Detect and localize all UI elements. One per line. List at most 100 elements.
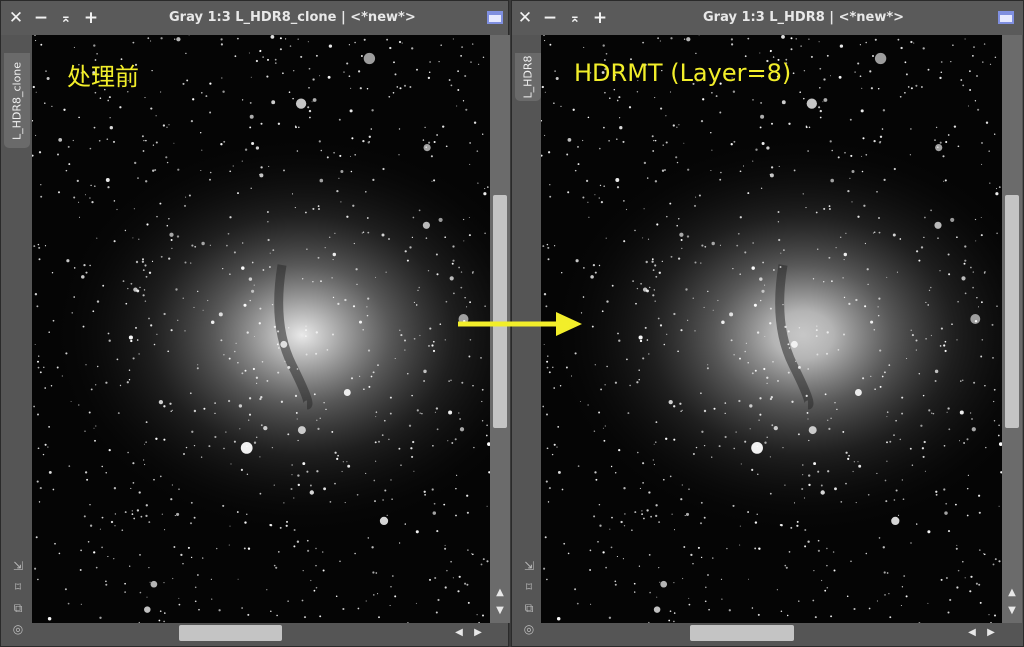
zoom-fit-icon[interactable]: ⇲ — [10, 558, 26, 574]
window-titlebar[interactable]: ✕ − ⌅ + Gray 1:3 L_HDR8_clone | <*new*> — [1, 1, 508, 35]
scroll-left-icon[interactable]: ◀ — [453, 626, 465, 640]
horizontal-scroll-thumb[interactable] — [690, 625, 794, 641]
add-icon[interactable]: + — [82, 8, 100, 28]
star — [404, 523, 406, 525]
star — [249, 126, 252, 129]
close-icon[interactable]: ✕ — [516, 8, 534, 28]
star — [583, 267, 585, 269]
horizontal-scrollbar[interactable]: ◀ ▶ — [32, 623, 490, 643]
star — [291, 474, 293, 476]
crosshair-icon[interactable]: ⌑ — [10, 579, 26, 595]
star — [915, 349, 917, 351]
star — [37, 243, 40, 246]
star — [615, 178, 620, 182]
view-identifier-tab[interactable]: L_HDR8_clone — [4, 53, 30, 148]
star — [934, 369, 939, 374]
star — [829, 140, 832, 143]
target-icon[interactable]: ◎ — [521, 621, 537, 637]
scroll-down-icon[interactable]: ▼ — [1005, 605, 1019, 617]
star — [358, 375, 361, 377]
minimize-icon[interactable]: − — [541, 8, 559, 28]
star — [916, 523, 918, 525]
star — [998, 560, 1001, 563]
star — [599, 184, 602, 187]
scroll-right-icon[interactable]: ▶ — [472, 626, 484, 640]
scroll-left-icon[interactable]: ◀ — [966, 626, 978, 640]
star — [546, 447, 549, 450]
star — [166, 126, 168, 128]
star — [642, 41, 645, 44]
maximize-icon[interactable]: ⌅ — [566, 8, 584, 28]
star — [923, 236, 925, 239]
star — [610, 546, 613, 549]
star — [828, 207, 831, 211]
star — [136, 289, 140, 293]
star — [951, 323, 953, 326]
star — [417, 289, 419, 292]
star — [95, 425, 97, 427]
crosshair-icon[interactable]: ⌑ — [521, 579, 537, 595]
close-icon[interactable]: ✕ — [7, 8, 25, 28]
star — [935, 493, 938, 496]
star — [283, 502, 285, 504]
window-titlebar[interactable]: ✕ − ⌅ + Gray 1:3 L_HDR8 | <*new*> — [512, 1, 1023, 35]
star — [579, 401, 581, 402]
star — [542, 405, 545, 408]
star — [902, 498, 905, 501]
image-canvas[interactable] — [32, 35, 490, 623]
star — [756, 513, 758, 515]
star — [98, 139, 101, 142]
image-canvas[interactable] — [541, 35, 1002, 623]
star — [742, 165, 745, 167]
maximize-icon[interactable]: ⌅ — [57, 8, 75, 28]
star — [899, 238, 902, 240]
star — [320, 149, 323, 152]
horizontal-scrollbar[interactable]: ◀ ▶ — [541, 623, 1002, 643]
scroll-up-icon[interactable]: ▲ — [493, 587, 507, 599]
zoom-fit-icon[interactable]: ⇲ — [521, 558, 537, 574]
star — [685, 512, 690, 516]
clone-icon[interactable]: ⧉ — [521, 600, 537, 616]
star — [132, 237, 134, 239]
scroll-right-icon[interactable]: ▶ — [985, 626, 997, 640]
star — [170, 239, 173, 241]
star — [646, 177, 649, 179]
star — [334, 482, 336, 485]
star — [340, 201, 342, 203]
star — [800, 45, 802, 47]
star — [839, 236, 842, 239]
star — [787, 330, 790, 333]
minimize-icon[interactable]: − — [32, 8, 50, 28]
star — [87, 541, 90, 543]
vertical-scrollbar[interactable]: ▲ ▼ — [1002, 35, 1022, 623]
star — [883, 571, 886, 574]
horizontal-scroll-thumb[interactable] — [179, 625, 282, 641]
star — [440, 44, 443, 46]
scroll-up-icon[interactable]: ▲ — [1005, 587, 1019, 599]
star — [63, 108, 66, 111]
star — [390, 586, 392, 588]
clone-icon[interactable]: ⧉ — [10, 600, 26, 616]
star — [132, 41, 135, 44]
star — [329, 501, 332, 503]
star — [273, 325, 277, 329]
target-icon[interactable]: ◎ — [10, 621, 26, 637]
add-icon[interactable]: + — [591, 8, 609, 28]
scroll-down-icon[interactable]: ▼ — [493, 605, 507, 617]
star — [280, 400, 284, 403]
star — [394, 357, 396, 360]
vertical-scroll-thumb[interactable] — [1005, 195, 1019, 428]
star — [639, 487, 641, 489]
star — [833, 569, 836, 572]
star — [840, 501, 843, 503]
shade-icon[interactable] — [998, 11, 1014, 24]
star — [934, 380, 937, 382]
star — [876, 600, 878, 602]
star — [760, 101, 763, 104]
shade-icon[interactable] — [487, 11, 503, 24]
star — [930, 286, 932, 289]
star — [996, 188, 998, 190]
view-identifier-tab[interactable]: L_HDR8 — [515, 53, 541, 101]
star — [644, 326, 647, 329]
star — [450, 560, 452, 563]
